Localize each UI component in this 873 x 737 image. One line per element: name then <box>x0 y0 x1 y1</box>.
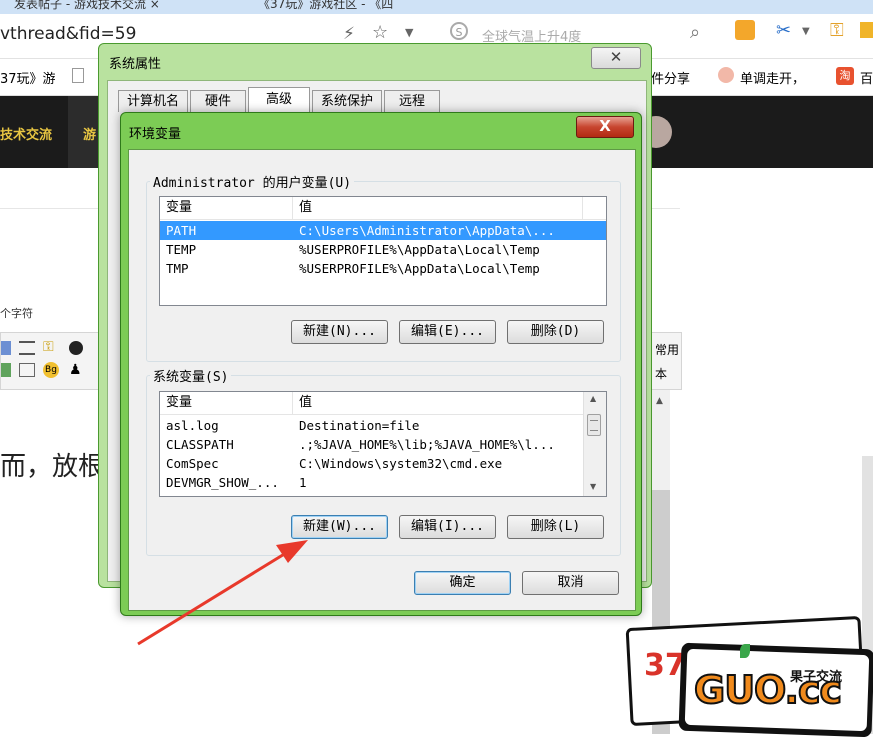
watermark-tagline: 果子交流 <box>790 670 843 685</box>
watermark-logo: 37 GUO.cc 果子交流 <box>625 615 873 737</box>
leaf-icon <box>740 644 750 658</box>
